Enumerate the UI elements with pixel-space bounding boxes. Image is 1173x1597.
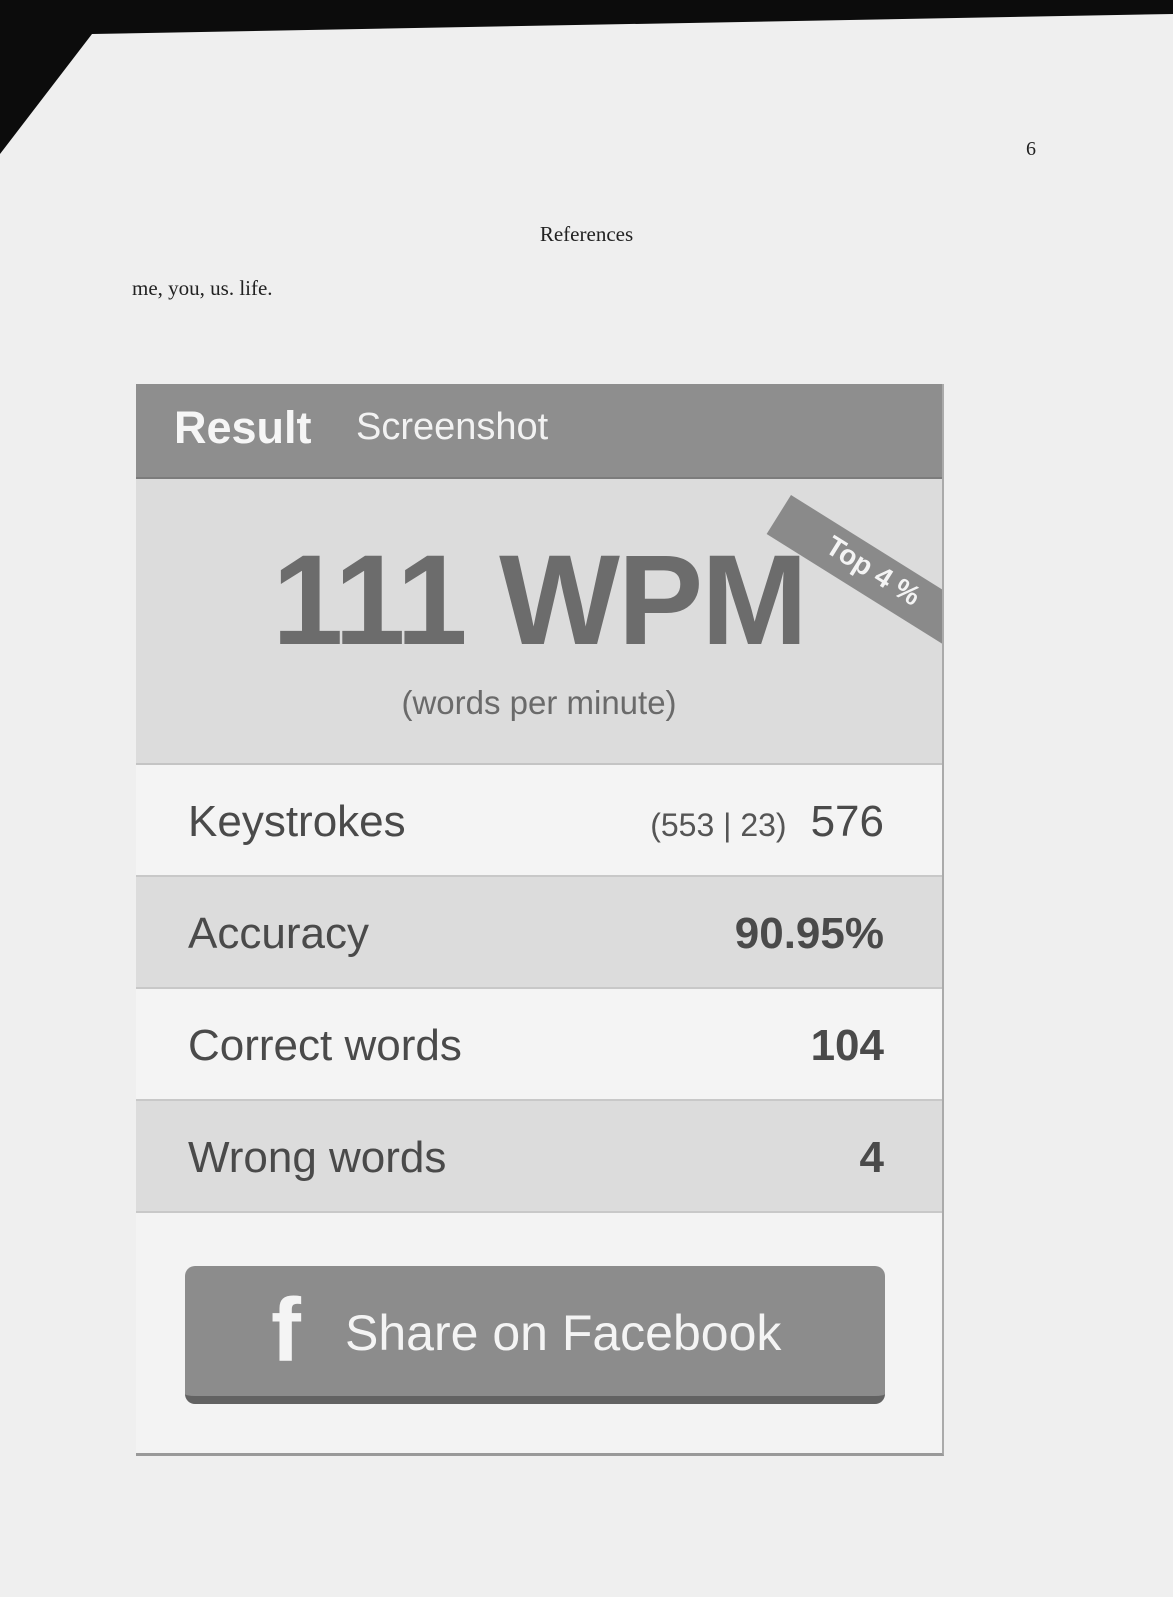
stat-label: Keystrokes — [188, 797, 406, 846]
stat-label: Correct words — [188, 1021, 462, 1070]
wpm-score: 111 WPM — [272, 529, 808, 672]
stat-value: 4 — [859, 1133, 884, 1182]
card-header: Result Screenshot — [136, 384, 942, 479]
tab-result[interactable]: Result — [174, 402, 312, 454]
stat-row-correct-words: Correct words 104 — [136, 989, 942, 1101]
stat-value: 576 — [810, 797, 884, 846]
share-button-label: Share on Facebook — [345, 1305, 782, 1361]
stat-label: Wrong words — [188, 1133, 447, 1182]
stat-row-keystrokes: Keystrokes (553 | 23) 576 — [136, 765, 942, 877]
wpm-caption: (words per minute) — [401, 684, 677, 721]
typing-result-card: Result Screenshot Top 4 % 111 WPM (words… — [136, 384, 944, 1456]
stat-value: 104 — [810, 1021, 884, 1070]
tab-screenshot[interactable]: Screenshot — [356, 406, 548, 449]
reference-entry: me, you, us. life. — [132, 276, 273, 300]
wpm-panel: Top 4 % 111 WPM (words per minute) — [136, 479, 942, 765]
keystrokes-breakdown: (553 | 23) — [650, 807, 787, 843]
page-number: 6 — [1026, 138, 1036, 160]
share-on-facebook-button[interactable]: f Share on Facebook — [185, 1266, 885, 1404]
stat-row-wrong-words: Wrong words 4 — [136, 1101, 942, 1213]
paper-page: 6 References me, you, us. life. Result S… — [0, 14, 1173, 1597]
stat-value-group: (553 | 23) 576 — [650, 797, 884, 847]
stat-value: 90.95% — [734, 909, 884, 958]
facebook-icon: f — [271, 1281, 301, 1381]
stat-row-accuracy: Accuracy 90.95% — [136, 877, 942, 989]
references-heading: References — [539, 222, 634, 246]
stat-label: Accuracy — [188, 909, 369, 958]
